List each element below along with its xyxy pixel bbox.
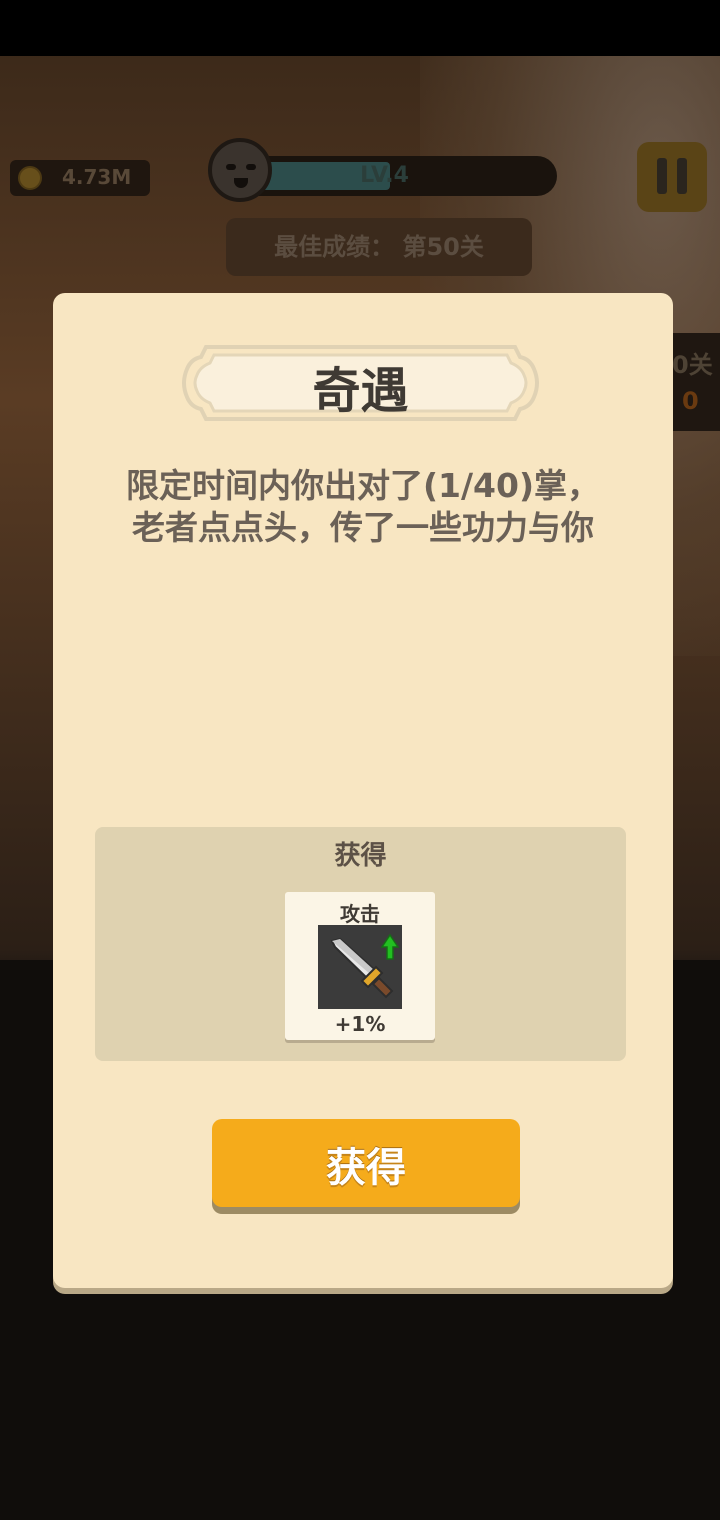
claim-button-label: 获得 <box>326 1145 406 1191</box>
avatar-eye-icon <box>246 164 256 170</box>
avatar-mouth-icon <box>234 178 248 188</box>
message-line-1: 限定时间内你出对了(1/40)掌， <box>125 466 601 505</box>
pause-icon <box>677 158 687 194</box>
status-bar <box>0 0 720 56</box>
coin-icon <box>18 166 42 190</box>
side-stage-label: 0关 <box>672 351 713 379</box>
claim-button[interactable]: 获得 <box>212 1119 520 1207</box>
reward-value: +1% <box>334 1012 386 1036</box>
encounter-dialog: 奇遇 限定时间内你出对了(1/40)掌， 老者点点头，传了一些功力与你 获得 攻… <box>53 293 673 1288</box>
dialog-message: 限定时间内你出对了(1/40)掌， 老者点点头，传了一些功力与你 <box>73 465 653 549</box>
best-score-label: 最佳成绩： 第50关 <box>226 218 532 276</box>
reward-label: 攻击 <box>340 902 380 926</box>
pause-icon <box>657 158 667 194</box>
game-screen: 4.73M LV.4 最佳成绩： 第50关 0关 0 奇遇 限定时间内你出对了(… <box>0 0 720 1520</box>
side-stage-number: 0 <box>682 387 699 415</box>
pause-button[interactable] <box>637 142 707 212</box>
reward-box: 获得 攻击 +1% <box>95 827 626 1061</box>
dialog-title: 奇遇 <box>312 363 409 419</box>
sword-icon <box>318 925 402 1009</box>
reward-title: 获得 <box>334 841 387 871</box>
reward-card: 攻击 +1% <box>285 892 435 1040</box>
message-line-2: 老者点点头，传了一些功力与你 <box>132 508 594 547</box>
up-arrow-icon <box>380 933 400 960</box>
title-plaque: 奇遇 <box>178 343 543 423</box>
player-avatar[interactable] <box>208 138 272 202</box>
avatar-eye-icon <box>226 164 236 170</box>
coin-counter: 4.73M <box>10 160 150 196</box>
coin-amount: 4.73M <box>62 165 132 189</box>
